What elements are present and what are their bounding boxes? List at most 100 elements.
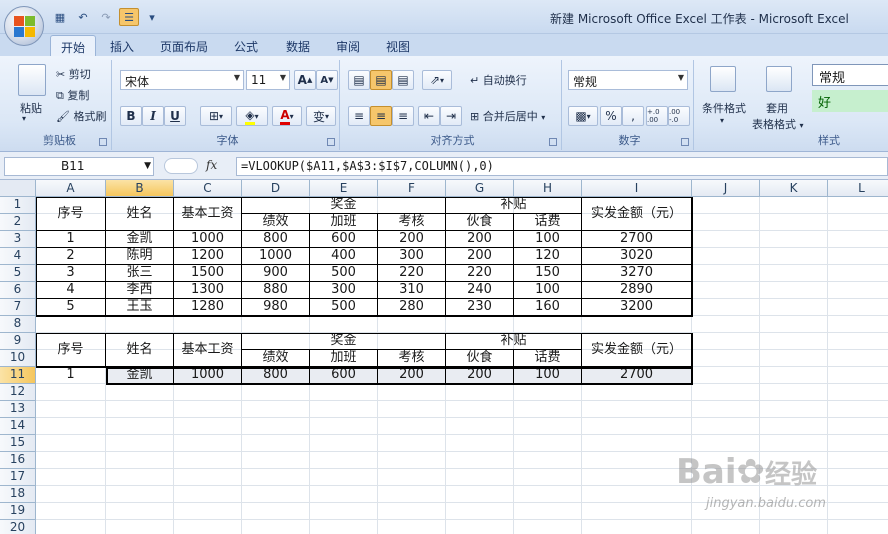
underline-button[interactable]: U bbox=[164, 106, 186, 126]
cell[interactable] bbox=[242, 418, 310, 435]
cell[interactable] bbox=[378, 469, 446, 486]
column-header-g[interactable]: G bbox=[446, 180, 514, 197]
cell[interactable] bbox=[242, 452, 310, 469]
save-icon[interactable]: ▦ bbox=[50, 8, 70, 26]
cell[interactable] bbox=[692, 350, 760, 367]
cell[interactable] bbox=[582, 435, 692, 452]
increase-decimal-button[interactable]: +.0 .00 bbox=[646, 106, 668, 126]
data-cell[interactable]: 1200 bbox=[174, 248, 242, 265]
cell[interactable] bbox=[514, 486, 582, 503]
data-cell[interactable]: 2890 bbox=[582, 282, 692, 299]
cell[interactable] bbox=[174, 401, 242, 418]
cell[interactable] bbox=[310, 503, 378, 520]
cell[interactable] bbox=[36, 418, 106, 435]
tab-page-layout[interactable]: 页面布局 bbox=[150, 35, 218, 56]
data-cell[interactable]: 3270 bbox=[582, 265, 692, 282]
table-format-icon[interactable] bbox=[766, 66, 792, 92]
decrease-decimal-button[interactable]: .00 -.0 bbox=[668, 106, 690, 126]
data-cell[interactable]: 200 bbox=[378, 367, 446, 384]
column-header-b[interactable]: B bbox=[106, 180, 174, 197]
cell[interactable] bbox=[828, 333, 888, 350]
data-cell[interactable]: 1300 bbox=[174, 282, 242, 299]
align-right-icon[interactable]: ≡ bbox=[392, 106, 414, 126]
cell[interactable] bbox=[760, 418, 828, 435]
data-cell[interactable]: 1280 bbox=[174, 299, 242, 316]
cell[interactable] bbox=[760, 282, 828, 299]
cell[interactable] bbox=[310, 401, 378, 418]
align-middle-icon[interactable]: ▤ bbox=[370, 70, 392, 90]
number-launcher-icon[interactable] bbox=[681, 138, 689, 146]
cell[interactable] bbox=[760, 520, 828, 534]
cell[interactable] bbox=[760, 214, 828, 231]
data-cell[interactable]: 1000 bbox=[174, 231, 242, 248]
cell[interactable] bbox=[692, 214, 760, 231]
cell[interactable] bbox=[174, 503, 242, 520]
row-header-15[interactable]: 15 bbox=[0, 435, 36, 452]
cell[interactable] bbox=[828, 231, 888, 248]
data-cell[interactable]: 280 bbox=[378, 299, 446, 316]
cell[interactable] bbox=[242, 486, 310, 503]
header-bonus[interactable]: 奖金 bbox=[242, 197, 446, 214]
cell[interactable] bbox=[828, 520, 888, 534]
cell[interactable] bbox=[106, 384, 174, 401]
row-header-13[interactable]: 13 bbox=[0, 401, 36, 418]
header-allowance[interactable]: 补贴 bbox=[446, 197, 582, 214]
cell[interactable] bbox=[106, 316, 174, 333]
data-cell[interactable]: 400 bbox=[310, 248, 378, 265]
header-overtime[interactable]: 加班 bbox=[310, 350, 378, 367]
data-cell[interactable]: 600 bbox=[310, 367, 378, 384]
cell[interactable] bbox=[310, 384, 378, 401]
font-launcher-icon[interactable] bbox=[327, 138, 335, 146]
cell[interactable] bbox=[242, 469, 310, 486]
column-header-f[interactable]: F bbox=[378, 180, 446, 197]
cell[interactable] bbox=[242, 384, 310, 401]
data-cell[interactable]: 980 bbox=[242, 299, 310, 316]
align-left-icon[interactable]: ≡ bbox=[348, 106, 370, 126]
cell[interactable] bbox=[514, 401, 582, 418]
cell[interactable] bbox=[828, 418, 888, 435]
tab-review[interactable]: 审阅 bbox=[326, 35, 370, 56]
clipboard-launcher-icon[interactable] bbox=[99, 138, 107, 146]
data-cell[interactable]: 张三 bbox=[106, 265, 174, 282]
cell[interactable] bbox=[828, 214, 888, 231]
header-performance[interactable]: 绩效 bbox=[242, 350, 310, 367]
cell[interactable] bbox=[514, 418, 582, 435]
header-phone[interactable]: 话费 bbox=[514, 350, 582, 367]
cell[interactable] bbox=[514, 520, 582, 534]
row-header-14[interactable]: 14 bbox=[0, 418, 36, 435]
data-cell[interactable]: 100 bbox=[514, 367, 582, 384]
data-cell[interactable]: 200 bbox=[446, 231, 514, 248]
cell[interactable] bbox=[36, 316, 106, 333]
number-format-select[interactable]: 常规 ▼ bbox=[568, 70, 688, 90]
cell[interactable] bbox=[106, 520, 174, 534]
cell[interactable] bbox=[828, 384, 888, 401]
cell[interactable] bbox=[106, 418, 174, 435]
data-cell[interactable]: 200 bbox=[446, 248, 514, 265]
tab-home[interactable]: 开始 bbox=[50, 35, 97, 56]
cell[interactable] bbox=[760, 316, 828, 333]
font-size-select[interactable]: 11 ▼ bbox=[246, 70, 290, 90]
cell[interactable] bbox=[36, 384, 106, 401]
redo-icon[interactable]: ↷ bbox=[96, 8, 116, 26]
header-overtime[interactable]: 加班 bbox=[310, 214, 378, 231]
cell[interactable] bbox=[310, 418, 378, 435]
data-cell[interactable]: 2700 bbox=[582, 367, 692, 384]
header-performance[interactable]: 绩效 bbox=[242, 214, 310, 231]
cell[interactable] bbox=[828, 316, 888, 333]
align-bottom-icon[interactable]: ▤ bbox=[392, 70, 414, 90]
data-cell[interactable]: 5 bbox=[36, 299, 106, 316]
active-cell-b11[interactable]: 金凯 bbox=[106, 367, 174, 384]
cell[interactable] bbox=[378, 486, 446, 503]
cell[interactable] bbox=[174, 435, 242, 452]
align-top-icon[interactable]: ▤ bbox=[348, 70, 370, 90]
data-cell[interactable]: 800 bbox=[242, 367, 310, 384]
cell[interactable] bbox=[106, 469, 174, 486]
data-cell[interactable]: 1000 bbox=[242, 248, 310, 265]
header-name[interactable]: 姓名 bbox=[106, 333, 174, 367]
conditional-dropdown-icon[interactable]: ▾ bbox=[720, 116, 724, 125]
data-cell[interactable]: 220 bbox=[446, 265, 514, 282]
cell[interactable] bbox=[692, 418, 760, 435]
data-cell[interactable]: 1 bbox=[36, 231, 106, 248]
data-cell[interactable]: 500 bbox=[310, 265, 378, 282]
cell[interactable] bbox=[378, 316, 446, 333]
